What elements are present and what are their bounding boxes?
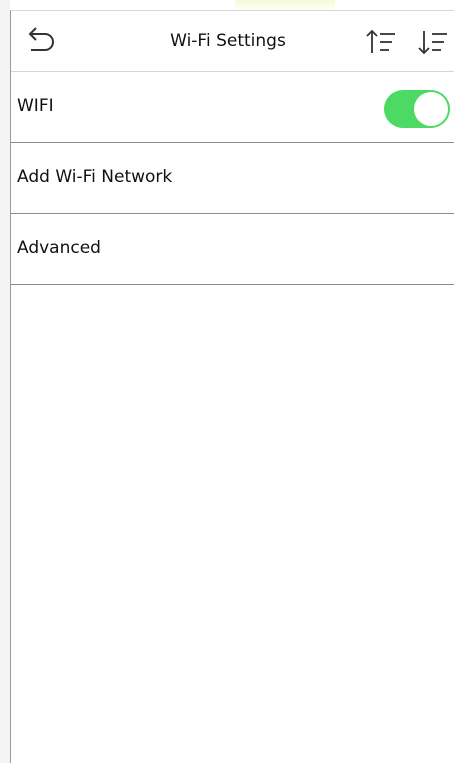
add-network-label: Add Wi-Fi Network [17,167,173,187]
settings-row-add-network[interactable]: Add Wi-Fi Network [11,143,454,214]
sort-ascending-button[interactable] [365,28,397,56]
header-bar: Wi-Fi Settings [11,11,454,72]
wifi-toggle[interactable] [384,90,450,128]
sort-descending-icon [418,31,447,55]
toggle-knob [414,92,448,126]
sort-descending-button[interactable] [417,28,449,56]
device-frame-edge [0,0,10,763]
advanced-label: Advanced [17,238,101,258]
settings-row-wifi[interactable]: WIFI [11,72,454,143]
settings-row-advanced[interactable]: Advanced [11,214,454,285]
wifi-label: WIFI [17,96,54,116]
sort-ascending-icon [366,29,395,53]
empty-content-area [11,285,454,755]
wifi-settings-screen: Wi-Fi Settings WIFI Add Wi-Fi Network Ad… [10,10,454,763]
